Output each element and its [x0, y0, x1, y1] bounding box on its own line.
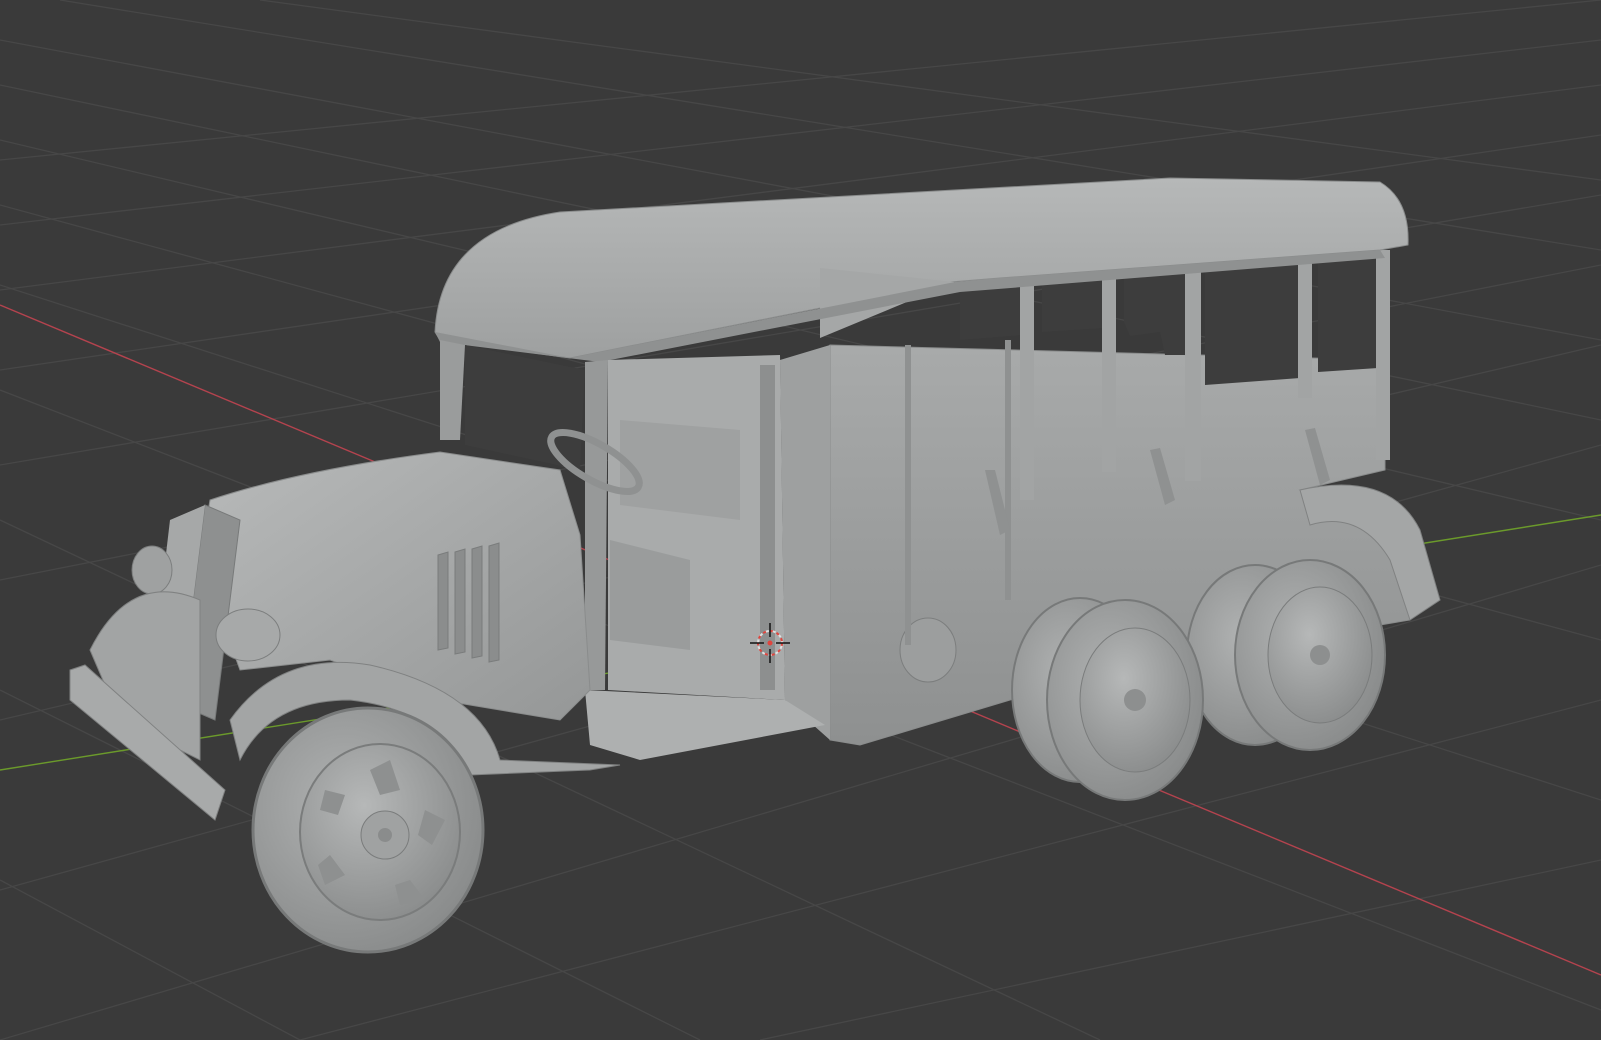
3d-viewport[interactable]	[0, 0, 1601, 1040]
truck-mesh-icon	[69, 177, 1441, 954]
